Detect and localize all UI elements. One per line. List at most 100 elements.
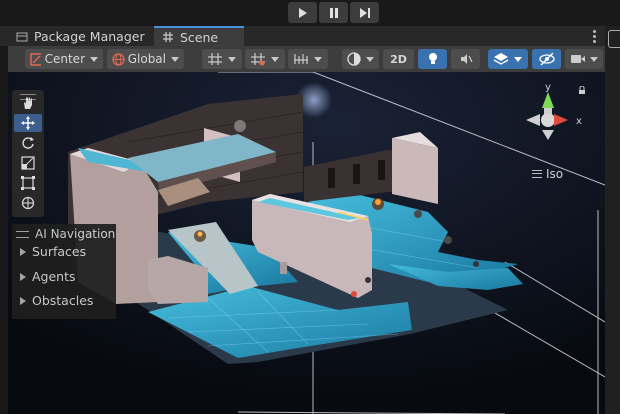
prop-red-item — [351, 291, 357, 297]
scale-tool[interactable] — [14, 154, 42, 172]
gizmo-z-cap — [544, 108, 552, 114]
gizmo-neg-x-axis[interactable] — [526, 114, 540, 126]
gizmo-center — [541, 113, 555, 127]
gizmo-neg-y-axis[interactable] — [542, 130, 554, 140]
scale-icon — [21, 156, 35, 170]
audio-toggle[interactable] — [451, 49, 480, 69]
projection-toggle[interactable]: Iso — [532, 167, 563, 181]
window-corner-icon — [608, 30, 620, 48]
prop-fire-right — [375, 199, 381, 205]
rotate-tool[interactable] — [14, 134, 42, 152]
prop-ball — [234, 120, 246, 132]
step-button[interactable] — [350, 2, 379, 23]
tab-label: Scene — [180, 29, 219, 45]
transform-tool[interactable] — [14, 194, 42, 212]
view-tool[interactable] — [14, 94, 42, 112]
layers-effects-icon — [493, 53, 509, 65]
grid-icon — [208, 53, 222, 65]
ai-navigation-title: AI Navigation — [35, 227, 116, 241]
grid-snapping-dropdown[interactable] — [245, 49, 285, 69]
transform-icon — [21, 196, 35, 210]
tab-bar: Package Manager Scene — [0, 26, 605, 46]
chevron-down-icon — [171, 56, 179, 62]
step-icon — [359, 7, 370, 18]
space-label: Global — [127, 52, 166, 66]
top-bar — [0, 0, 620, 26]
prop-pot — [365, 277, 371, 283]
right-pillar — [392, 138, 438, 204]
gizmo-x-axis[interactable] — [554, 114, 568, 126]
prop-column — [280, 262, 287, 274]
hand-icon — [24, 97, 32, 109]
package-manager-icon — [16, 30, 28, 42]
light-bulb-icon — [428, 53, 437, 64]
gizmo-x-label: x — [576, 116, 582, 127]
lock-icon[interactable] — [578, 86, 586, 95]
grid-visibility-dropdown[interactable] — [202, 49, 242, 69]
play-button[interactable] — [288, 2, 317, 23]
lighting-toggle[interactable] — [418, 49, 447, 69]
scene-visibility-toggle[interactable] — [532, 49, 561, 69]
eye-hidden-icon — [538, 52, 555, 66]
pause-button[interactable] — [319, 2, 348, 23]
adjacent-window-strip — [605, 26, 620, 414]
camera-icon — [571, 55, 585, 63]
chevron-down-icon — [228, 56, 236, 62]
tab-package-manager[interactable]: Package Manager — [8, 26, 153, 46]
gizmo-y-axis[interactable] — [542, 92, 554, 108]
scene-grid-icon — [162, 31, 174, 43]
playmode-controls — [288, 2, 379, 23]
ai-nav-item-label: Surfaces — [32, 244, 87, 259]
tools-overlay — [12, 90, 44, 217]
shading-sphere-icon — [347, 52, 361, 66]
ai-nav-item-agents[interactable]: Agents — [20, 269, 76, 284]
ai-nav-item-obstacles[interactable]: Obstacles — [20, 293, 93, 308]
scene-toolbar: Center Global 2D — [8, 46, 605, 72]
ruler-icon — [294, 54, 308, 64]
chevron-down-icon — [271, 56, 279, 62]
play-icon — [298, 7, 307, 18]
tab-scene[interactable]: Scene — [154, 26, 244, 46]
space-dropdown[interactable]: Global — [107, 49, 184, 69]
ai-navigation-header[interactable]: AI Navigation — [16, 227, 115, 241]
pivot-center-icon — [30, 52, 41, 66]
rect-transform-icon — [21, 176, 35, 190]
mode-2d-toggle[interactable]: 2D — [383, 49, 414, 69]
globe-icon — [112, 52, 125, 66]
hamburger-icon — [16, 230, 29, 238]
ai-nav-item-label: Obstacles — [32, 293, 94, 308]
projection-label: Iso — [546, 167, 564, 181]
ai-navigation-overlay: AI Navigation Surfaces Agents Obstacles — [12, 224, 116, 319]
mode-2d-label: 2D — [390, 52, 407, 66]
grid-snap-icon — [251, 53, 265, 66]
prop-fire — [197, 231, 203, 237]
prop-barrel-2 — [444, 236, 452, 244]
gizmo-y-label: y — [545, 82, 551, 93]
chevron-right-icon — [20, 247, 26, 256]
chevron-right-icon — [20, 272, 26, 281]
more-options-icon[interactable] — [593, 28, 597, 45]
chevron-down-icon — [90, 56, 98, 62]
move-arrows-icon — [21, 116, 35, 130]
chevron-down-icon — [314, 56, 322, 62]
ai-nav-item-surfaces[interactable]: Surfaces — [20, 244, 86, 259]
pivot-dropdown[interactable]: Center — [25, 49, 103, 69]
tab-label: Package Manager — [34, 28, 145, 44]
pause-icon — [329, 7, 338, 18]
draw-mode-dropdown[interactable] — [342, 49, 379, 69]
prop-barrel — [414, 210, 422, 218]
rect-tool[interactable] — [14, 174, 42, 192]
camera-dropdown[interactable] — [565, 49, 603, 69]
chevron-down-icon — [514, 56, 522, 62]
move-tool[interactable] — [14, 114, 42, 132]
hamburger-icon — [532, 170, 542, 178]
prop-pot-2 — [473, 261, 479, 267]
effects-dropdown[interactable] — [488, 49, 528, 69]
audio-muted-icon — [460, 54, 473, 64]
ai-nav-item-label: Agents — [32, 269, 76, 284]
rotate-icon — [22, 137, 34, 149]
increment-snapping-dropdown[interactable] — [288, 49, 328, 69]
chevron-down-icon — [366, 56, 374, 62]
chevron-down-icon — [590, 56, 598, 62]
chevron-right-icon — [20, 296, 26, 305]
